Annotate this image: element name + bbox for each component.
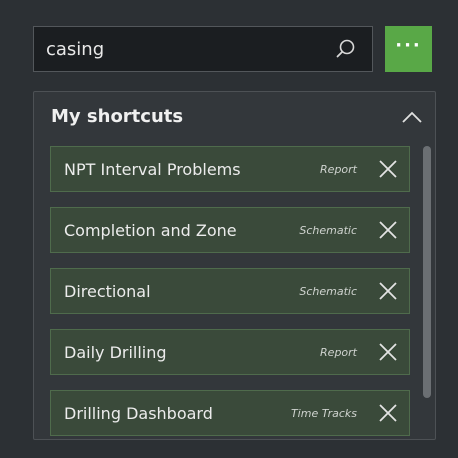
close-icon[interactable] (375, 278, 401, 304)
shortcut-list: NPT Interval Problems Report Completion … (50, 146, 410, 451)
scrollbar-thumb[interactable] (423, 146, 431, 398)
close-icon[interactable] (375, 339, 401, 365)
search-input[interactable] (34, 27, 332, 71)
shortcut-item[interactable]: Directional Schematic (50, 268, 410, 314)
search-icon[interactable] (332, 35, 360, 63)
shortcut-item[interactable]: NPT Interval Problems Report (50, 146, 410, 192)
shortcut-type: Schematic (299, 284, 357, 298)
shortcut-name: Completion and Zone (64, 220, 237, 240)
shortcut-item[interactable]: Daily Drilling Report (50, 329, 410, 375)
shortcut-type: Report (320, 345, 357, 359)
close-icon[interactable] (375, 156, 401, 182)
panel-title: My shortcuts (51, 106, 184, 127)
shortcuts-widget: ··· My shortcuts NPT Interval Problems R… (0, 0, 458, 458)
scrollbar[interactable] (423, 146, 431, 424)
more-options-button[interactable]: ··· (385, 26, 432, 72)
panel-header: My shortcuts (34, 92, 435, 142)
shortcut-type: Schematic (299, 223, 357, 237)
close-icon[interactable] (375, 400, 401, 426)
close-icon[interactable] (375, 217, 401, 243)
shortcut-item[interactable]: Completion and Zone Schematic (50, 207, 410, 253)
ellipsis-icon: ··· (395, 35, 422, 56)
shortcut-type: Time Tracks (290, 406, 357, 420)
shortcut-name: NPT Interval Problems (64, 159, 241, 179)
chevron-up-icon[interactable] (399, 106, 425, 128)
shortcut-item[interactable]: Drilling Dashboard Time Tracks (50, 390, 410, 436)
my-shortcuts-panel: My shortcuts NPT Interval Problems Repor… (33, 91, 436, 440)
shortcut-name: Drilling Dashboard (64, 403, 213, 423)
search-box (33, 26, 373, 72)
shortcut-type: Report (320, 162, 357, 176)
shortcut-name: Directional (64, 281, 151, 301)
shortcut-name: Daily Drilling (64, 342, 167, 362)
